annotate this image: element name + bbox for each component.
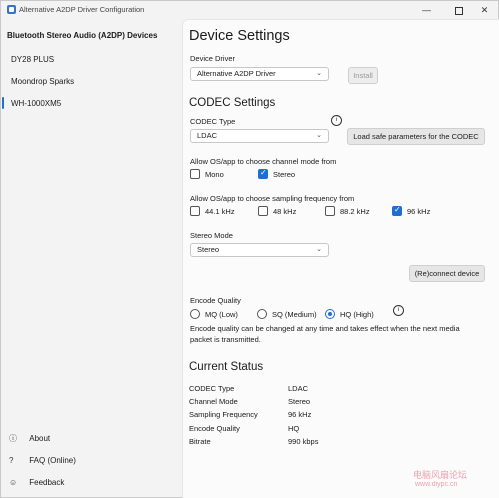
window-title: Alternative A2DP Driver Configuration bbox=[19, 5, 145, 14]
freq-44-1-checkbox[interactable] bbox=[190, 206, 200, 216]
feedback-label: Feedback bbox=[29, 478, 65, 487]
codec-settings-title: CODEC Settings bbox=[189, 97, 276, 109]
reconnect-device-button[interactable]: (Re)connect device bbox=[409, 265, 485, 282]
status-channel-mode-value: Stereo bbox=[288, 397, 311, 406]
stereo-mode-label: Stereo Mode bbox=[190, 231, 233, 240]
codec-type-select[interactable]: LDAC ⌄ bbox=[190, 129, 329, 143]
status-encode-quality-key: Encode Quality bbox=[189, 424, 240, 433]
maximize-icon bbox=[454, 6, 463, 15]
status-bitrate-key: Bitrate bbox=[189, 437, 211, 446]
sidebar-item-wh-1000xm5[interactable]: WH-1000XM5 bbox=[11, 99, 61, 108]
hq-high-label: HQ (High) bbox=[340, 310, 374, 319]
chevron-down-icon: ⌄ bbox=[316, 70, 322, 77]
device-driver-value: Alternative A2DP Driver bbox=[197, 69, 276, 78]
mq-low-label: MQ (Low) bbox=[205, 310, 238, 319]
status-bitrate-value: 990 kbps bbox=[288, 437, 319, 446]
encode-quality-note-line1: Encode quality can be changed at any tim… bbox=[190, 324, 460, 333]
freq-48-checkbox[interactable] bbox=[258, 206, 268, 216]
stereo-mode-value: Stereo bbox=[197, 245, 220, 254]
encode-quality-info-icon[interactable]: i bbox=[393, 305, 404, 316]
status-codec-type-key: CODEC Type bbox=[189, 384, 235, 393]
chevron-down-icon: ⌄ bbox=[316, 132, 322, 139]
selected-indicator bbox=[2, 97, 4, 109]
close-button[interactable]: ✕ bbox=[471, 2, 498, 18]
minimize-button[interactable]: — bbox=[413, 2, 440, 18]
info-icon: ⓘ bbox=[9, 434, 17, 443]
freq-44-1-label: 44.1 kHz bbox=[205, 207, 235, 216]
watermark-text: 电脑风扇论坛 bbox=[413, 470, 468, 480]
codec-type-label: CODEC Type bbox=[190, 117, 236, 126]
watermark-url: www.diypc.cn bbox=[415, 481, 458, 488]
maximize-button[interactable] bbox=[445, 2, 472, 18]
status-sampling-frequency-key: Sampling Frequency bbox=[189, 410, 258, 419]
load-safe-parameters-button[interactable]: Load safe parameters for the CODEC bbox=[347, 128, 485, 145]
freq-96-label: 96 kHz bbox=[407, 207, 431, 216]
sidebar-header: Bluetooth Stereo Audio (A2DP) Devices bbox=[7, 31, 158, 40]
freq-88-2-label: 88.2 kHz bbox=[340, 207, 370, 216]
device-sidebar: Bluetooth Stereo Audio (A2DP) Devices DY… bbox=[1, 19, 182, 497]
sidebar-item-moondrop-sparks[interactable]: Moondrop Sparks bbox=[11, 77, 74, 86]
current-status-title: Current Status bbox=[189, 361, 264, 373]
sq-medium-radio[interactable] bbox=[257, 309, 267, 319]
faq-label: FAQ (Online) bbox=[29, 456, 76, 465]
freq-88-2-checkbox[interactable] bbox=[325, 206, 335, 216]
freq-48-label: 48 kHz bbox=[273, 207, 297, 216]
hq-high-radio[interactable] bbox=[325, 309, 335, 319]
device-driver-select[interactable]: Alternative A2DP Driver ⌄ bbox=[190, 67, 329, 81]
sampling-frequency-label: Allow OS/app to choose sampling frequenc… bbox=[190, 194, 355, 203]
feedback-icon: ☺ bbox=[9, 478, 18, 487]
status-channel-mode-key: Channel Mode bbox=[189, 397, 238, 406]
sidebar-item-about[interactable]: ⓘ About bbox=[9, 433, 50, 444]
sidebar-item-dy28-plus[interactable]: DY28 PLUS bbox=[11, 55, 54, 64]
encode-quality-note-line2: packet is transmitted. bbox=[190, 335, 261, 344]
status-sampling-frequency-value: 96 kHz bbox=[288, 410, 312, 419]
title-bar: Alternative A2DP Driver Configuration — … bbox=[1, 1, 498, 19]
device-driver-label: Device Driver bbox=[190, 54, 236, 63]
freq-96-checkbox[interactable] bbox=[392, 205, 402, 216]
app-icon bbox=[7, 5, 16, 14]
question-icon: ? bbox=[9, 456, 14, 465]
stereo-checkbox[interactable] bbox=[258, 168, 268, 179]
stereo-mode-select[interactable]: Stereo ⌄ bbox=[190, 243, 329, 257]
status-codec-type-value: LDAC bbox=[288, 384, 309, 393]
sq-medium-label: SQ (Medium) bbox=[272, 310, 317, 319]
mq-low-radio[interactable] bbox=[190, 309, 200, 319]
sidebar-item-faq[interactable]: ? FAQ (Online) bbox=[9, 456, 76, 465]
status-encode-quality-value: HQ bbox=[288, 424, 300, 433]
chevron-down-icon: ⌄ bbox=[316, 246, 322, 253]
codec-type-value: LDAC bbox=[197, 131, 218, 140]
encode-quality-label: Encode Quality bbox=[190, 296, 241, 305]
mono-checkbox[interactable] bbox=[190, 169, 200, 179]
stereo-label: Stereo bbox=[273, 170, 296, 179]
codec-info-icon[interactable]: i bbox=[331, 115, 342, 126]
sidebar-item-feedback[interactable]: ☺ Feedback bbox=[9, 478, 64, 487]
app-window: Alternative A2DP Driver Configuration — … bbox=[0, 0, 499, 498]
device-settings-title: Device Settings bbox=[189, 28, 290, 44]
about-label: About bbox=[29, 434, 51, 443]
install-button[interactable]: Install bbox=[348, 67, 378, 84]
mono-label: Mono bbox=[205, 170, 224, 179]
channel-mode-label: Allow OS/app to choose channel mode from bbox=[190, 157, 337, 166]
